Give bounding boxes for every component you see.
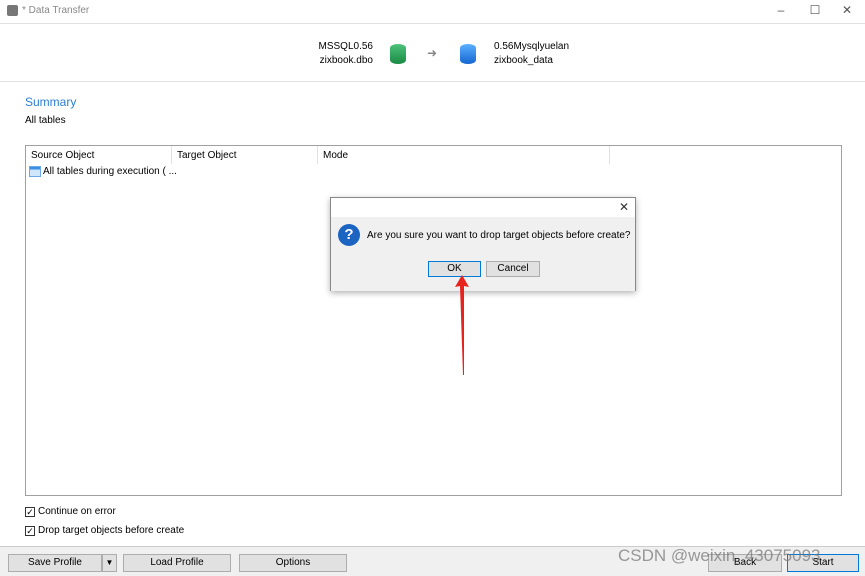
maximize-button[interactable]: ☐ (806, 3, 824, 19)
target-database-icon (460, 44, 476, 64)
target-schema: zixbook_data (494, 55, 553, 66)
option-label: Continue on error (38, 506, 116, 517)
confirm-dialog: ✕ ? Are you sure you want to drop target… (330, 197, 636, 291)
save-profile-dropdown[interactable]: ▼ (102, 554, 117, 572)
load-profile-button[interactable]: Load Profile (123, 554, 231, 572)
close-button[interactable]: ✕ (838, 3, 856, 19)
table-icon (29, 166, 41, 177)
source-info: MSSQL0.56 zixbook.dbo (319, 40, 373, 68)
cancel-button[interactable]: Cancel (486, 261, 540, 277)
app-icon (7, 5, 18, 16)
source-connection: MSSQL0.56 (318, 41, 373, 52)
column-header-mode[interactable]: Mode (318, 146, 610, 164)
table-row[interactable]: All tables during execution ( ... (29, 166, 177, 177)
save-profile-button[interactable]: Save Profile (8, 554, 102, 572)
option-drop-target-objects[interactable]: ✓ Drop target objects before create (25, 525, 184, 536)
dialog-close-button[interactable]: ✕ (619, 200, 629, 214)
summary-subtitle: All tables (25, 115, 66, 126)
dialog-body: ? Are you sure you want to drop target o… (331, 217, 635, 291)
red-arrow-annotation (455, 275, 469, 375)
option-label: Drop target objects before create (38, 525, 185, 536)
checkbox-checked-icon[interactable]: ✓ (25, 525, 35, 536)
source-schema: zixbook.dbo (319, 55, 373, 66)
transfer-header: MSSQL0.56 zixbook.dbo ➜ 0.56Mysqlyuelan … (0, 25, 865, 82)
window-title: * Data Transfer (22, 5, 90, 16)
target-connection: 0.56Mysqlyuelan (494, 41, 570, 52)
options-button[interactable]: Options (239, 554, 347, 572)
watermark: CSDN @weixin_43075093 (618, 546, 821, 565)
option-continue-on-error[interactable]: ✓ Continue on error (25, 506, 116, 517)
column-header-source[interactable]: Source Object (26, 146, 172, 164)
summary-title: Summary (25, 95, 77, 109)
dialog-message: Are you sure you want to drop target obj… (367, 230, 631, 241)
minimize-button[interactable]: – (772, 3, 790, 19)
column-header-target[interactable]: Target Object (172, 146, 318, 164)
checkbox-checked-icon[interactable]: ✓ (25, 506, 35, 517)
arrow-right-icon: ➜ (427, 46, 438, 60)
question-icon: ? (338, 224, 360, 246)
target-info: 0.56Mysqlyuelan zixbook_data (494, 40, 569, 68)
source-database-icon (390, 44, 406, 64)
source-cell: All tables during execution ( ... (43, 166, 177, 177)
title-bar: * Data Transfer – ☐ ✕ (0, 0, 865, 24)
caret-down-icon: ▼ (105, 558, 114, 567)
